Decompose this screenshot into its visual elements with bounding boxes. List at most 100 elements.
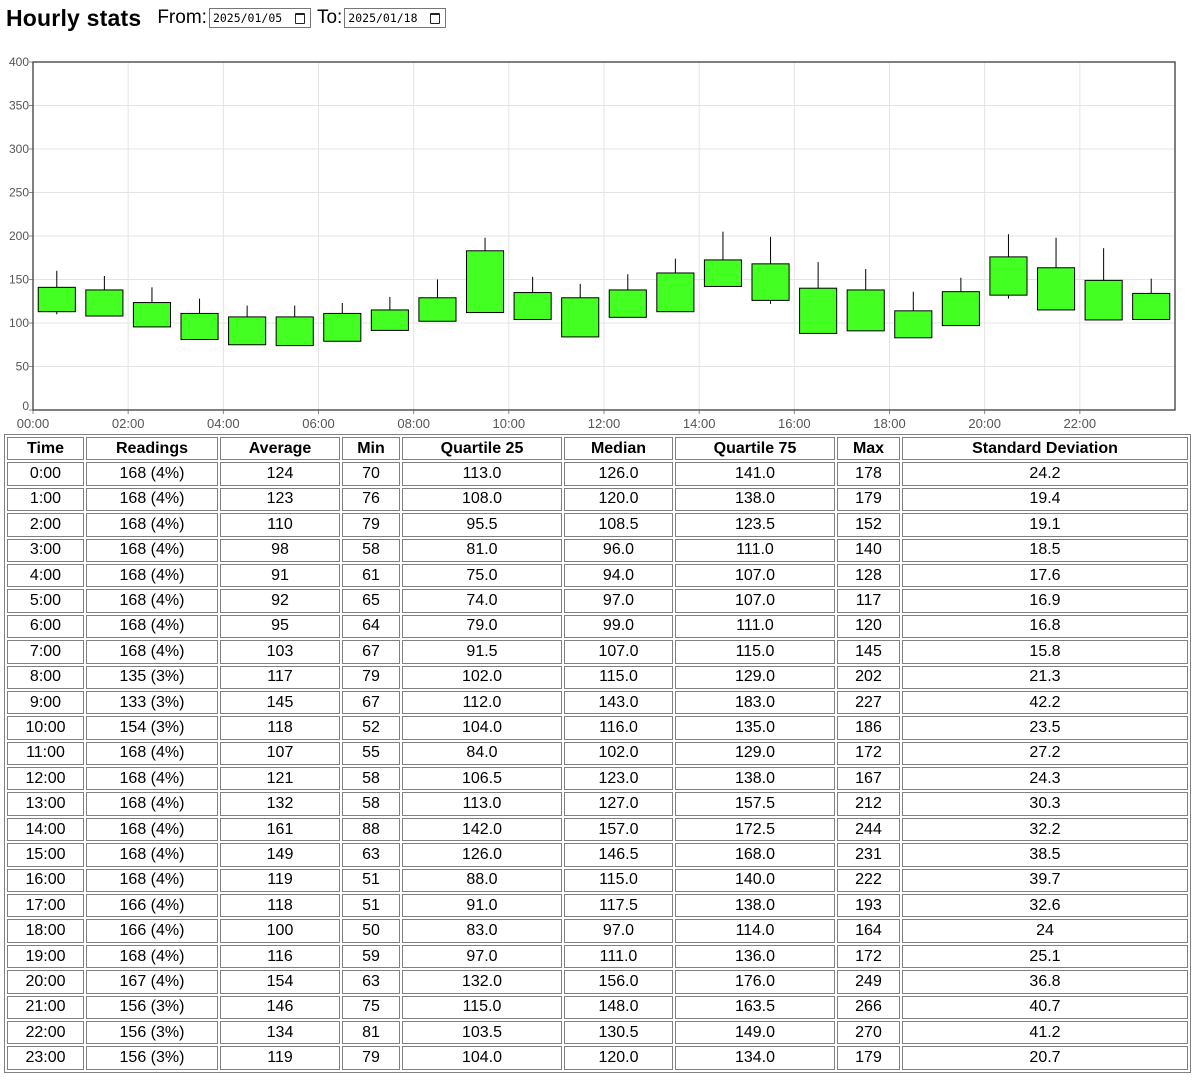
table-cell: 20.7 (902, 1046, 1188, 1070)
table-cell: 50 (342, 919, 400, 943)
table-cell: 168 (4%) (86, 640, 218, 664)
y-tick-label: 0 (22, 399, 29, 413)
table-cell: 244 (837, 817, 900, 842)
table-cell: 61 (342, 563, 400, 588)
table-row: 7:00 168 (4%) 103 67 91.5 107.0 115.0 145 15.8 (7, 640, 1188, 664)
table-cell: 120.0 (564, 1046, 673, 1070)
y-tick-label: 200 (9, 229, 29, 243)
candle-body (846, 289, 885, 332)
table-cell: 148.0 (564, 995, 673, 1019)
x-tick-label: 06:00 (302, 416, 335, 431)
table-cell: 138.0 (675, 487, 835, 512)
column-header: Quartile 25 (402, 437, 562, 461)
table-cell: 156 (3%) (86, 1046, 218, 1070)
table-cell: 13:00 (7, 792, 84, 816)
table-cell: 106.5 (402, 767, 562, 791)
table-cell: 231 (837, 843, 900, 867)
table-cell: 94.0 (564, 563, 673, 588)
candle-body (465, 250, 505, 314)
candle-body (941, 291, 980, 327)
table-cell: 168 (4%) (86, 614, 218, 639)
candle-body (85, 289, 124, 317)
table-cell: 58 (342, 792, 400, 816)
to-label: To: (316, 7, 343, 28)
candle-body (323, 312, 362, 342)
calendar-icon[interactable] (294, 12, 305, 24)
table-cell: 65 (342, 589, 400, 613)
table-cell: 63 (342, 843, 400, 867)
table-cell: 168 (4%) (86, 741, 218, 766)
x-tick-label: 04:00 (207, 416, 240, 431)
hourly-chart: 0 50 100 150 200 250 300 350 400 00:00 02:00 04:00 0… (0, 50, 1200, 435)
column-header: Standard Deviation (902, 437, 1188, 461)
table-cell: 168 (4%) (86, 538, 218, 562)
candle-body (275, 316, 314, 347)
table-cell: 15:00 (7, 843, 84, 867)
table-row: 6:00 168 (4%) 95 64 79.0 99.0 111.0 120 16.8 (7, 614, 1188, 639)
table-cell: 129.0 (675, 665, 835, 689)
column-header: Readings (86, 437, 218, 461)
from-date-input[interactable]: 2025/01/05 (208, 8, 311, 28)
table-cell: 79 (342, 513, 400, 537)
table-cell: 19:00 (7, 944, 84, 969)
table-cell: 111.0 (675, 538, 835, 562)
table-cell: 161 (220, 817, 340, 842)
calendar-icon[interactable] (430, 12, 441, 24)
table-row: 9:00 133 (3%) 145 67 112.0 143.0 183.0 227 42.2 (7, 690, 1188, 715)
table-cell: 67 (342, 640, 400, 664)
table-cell: 117.5 (564, 894, 673, 918)
table-cell: 100 (220, 919, 340, 943)
table-cell: 110 (220, 513, 340, 537)
table-cell: 168 (4%) (86, 843, 218, 867)
table-cell: 120 (837, 614, 900, 639)
table-cell: 116 (220, 944, 340, 969)
table-cell: 84.0 (402, 741, 562, 766)
table-cell: 79.0 (402, 614, 562, 639)
table-row: 22:00 156 (3%) 134 81 103.5 130.5 149.0 270 41.2 (7, 1020, 1188, 1045)
table-cell: 156 (3%) (86, 1020, 218, 1045)
table-cell: 25.1 (902, 944, 1188, 969)
table-cell: 108.5 (564, 513, 673, 537)
table-cell: 154 (3%) (86, 716, 218, 740)
table-cell: 21.3 (902, 665, 1188, 689)
table-row: 16:00 168 (4%) 119 51 88.0 115.0 140.0 222 39.7 (7, 868, 1188, 893)
candle-body (513, 292, 552, 321)
x-tick-label: 00:00 (17, 416, 50, 431)
table-cell: 19.4 (902, 487, 1188, 512)
table-cell: 42.2 (902, 690, 1188, 715)
table-cell: 4:00 (7, 563, 84, 588)
table-cell: 74.0 (402, 589, 562, 613)
candle-body (370, 309, 409, 331)
table-row: 20:00 167 (4%) 154 63 132.0 156.0 176.0 249 36.8 (7, 970, 1188, 994)
to-date-value: 2025/01/18 (348, 11, 418, 25)
candle-body (894, 310, 933, 339)
table-cell: 270 (837, 1020, 900, 1045)
to-date-input[interactable]: 2025/01/18 (344, 8, 447, 28)
header: Hourly stats From: 2025/01/05 To: 2025/0… (6, 2, 452, 34)
table-cell: 51 (342, 868, 400, 893)
table-cell: 157.0 (564, 817, 673, 842)
table-cell: 212 (837, 792, 900, 816)
table-cell: 143.0 (564, 690, 673, 715)
table-cell: 70 (342, 462, 400, 486)
table-cell: 99.0 (564, 614, 673, 639)
table-cell: 22:00 (7, 1020, 84, 1045)
candlestick-chart: 0 50 100 150 200 250 300 350 400 00:00 02:00 04:00 0… (9, 55, 1176, 431)
table-cell: 118 (220, 716, 340, 740)
x-tick-label: 10:00 (493, 416, 526, 431)
table-cell: 120.0 (564, 487, 673, 512)
table-cell: 127.0 (564, 792, 673, 816)
table-cell: 15.8 (902, 640, 1188, 664)
table-cell: 266 (837, 995, 900, 1019)
table-cell: 19.1 (902, 513, 1188, 537)
table-cell: 168 (4%) (86, 792, 218, 816)
table-cell: 140 (837, 538, 900, 562)
table-cell: 111.0 (675, 614, 835, 639)
table-cell: 141.0 (675, 462, 835, 486)
table-cell: 12:00 (7, 767, 84, 791)
x-tick-label: 18:00 (873, 416, 906, 431)
y-tick-label: 250 (9, 186, 29, 200)
table-cell: 135.0 (675, 716, 835, 740)
table-cell: 115.0 (402, 995, 562, 1019)
table-cell: 118 (220, 894, 340, 918)
